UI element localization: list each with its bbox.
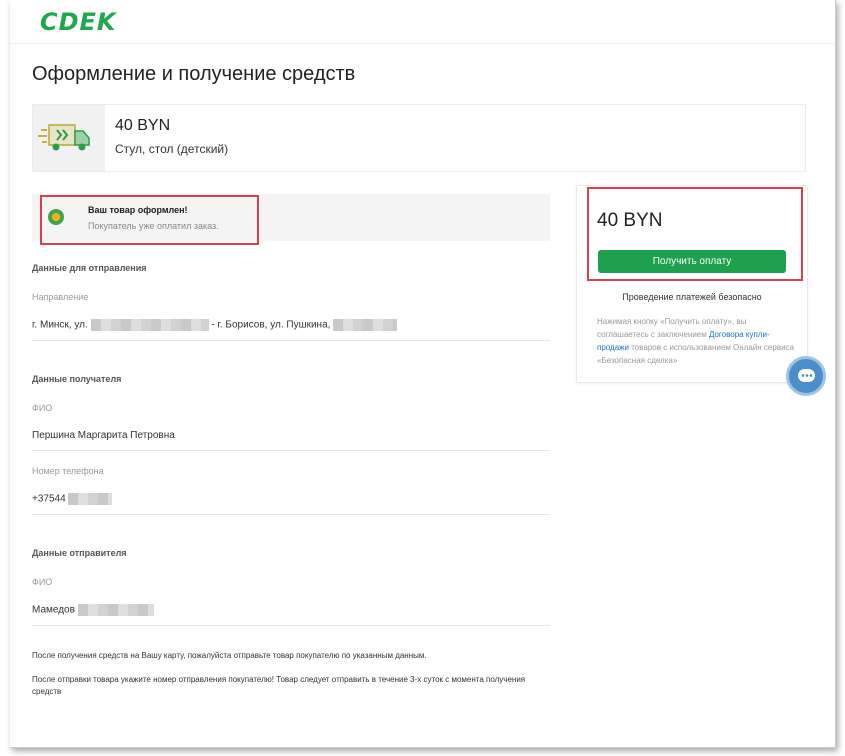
shipping-section-label: Данные для отправления	[32, 263, 147, 273]
status-subtitle: Покупатель уже оплатил заказ.	[88, 221, 219, 231]
redacted-address-from	[90, 319, 209, 331]
product-price: 40 BYN	[115, 117, 171, 134]
page-frame: CDEK Оформление и получение средств 40 B…	[10, 0, 836, 748]
product-name: Стул, стол (детский)	[115, 142, 229, 156]
redacted-phone	[68, 493, 113, 505]
chat-bubble-icon	[798, 369, 815, 382]
sender-name-value: Мамедов	[32, 604, 154, 616]
instruction-note-2: После отправки товара укажите номер отпр…	[32, 675, 526, 696]
direction-from: г. Минск, ул.	[32, 319, 88, 331]
receive-payment-button[interactable]: Получить оплату	[598, 250, 786, 273]
product-thumbnail	[33, 105, 105, 171]
product-card: 40 BYN Стул, стол (детский)	[32, 104, 806, 172]
direction-label: Направление	[32, 292, 89, 302]
success-badge-icon	[48, 209, 64, 225]
direction-value: г. Минск, ул. - г. Борисов, ул. Пушкина,	[32, 319, 398, 331]
redacted-address-to	[333, 319, 398, 331]
divider	[32, 514, 550, 515]
payment-amount: 40 BYN	[597, 210, 663, 231]
recipient-phone-value: +37544	[32, 493, 113, 505]
cdek-logo[interactable]: CDEK	[40, 8, 117, 36]
page-title: Оформление и получение средств	[32, 63, 356, 85]
instruction-note-1: После получения средств на Вашу карту, п…	[32, 651, 427, 660]
recipient-section-label: Данные получателя	[32, 374, 122, 384]
redacted-sender-name	[77, 604, 154, 616]
site-header: CDEK	[10, 0, 835, 44]
status-title: Ваш товар оформлен!	[88, 205, 188, 215]
recipient-name-value: Першина Маргарита Петровна	[32, 430, 175, 441]
delivery-truck-icon	[38, 124, 90, 151]
direction-to: - г. Борисов, ул. Пушкина,	[211, 319, 331, 331]
chat-widget-button[interactable]	[786, 356, 826, 396]
recipient-phone-prefix: +37544	[32, 493, 66, 505]
payment-safe-text: Проведение платежей безопасно	[622, 292, 762, 302]
recipient-name-label: ФИО	[32, 403, 53, 413]
sender-section-label: Данные отправителя	[32, 548, 127, 558]
divider	[32, 340, 550, 341]
sender-name-label: ФИО	[32, 577, 53, 587]
divider	[32, 625, 550, 626]
status-highlight-frame	[40, 195, 259, 245]
payment-terms: Нажимая кнопку «Получить оплату», вы сог…	[597, 315, 797, 367]
divider	[32, 450, 550, 451]
chat-dots-icon	[801, 374, 812, 377]
recipient-phone-label: Номер телефона	[32, 466, 104, 476]
sender-surname: Мамедов	[32, 604, 75, 616]
